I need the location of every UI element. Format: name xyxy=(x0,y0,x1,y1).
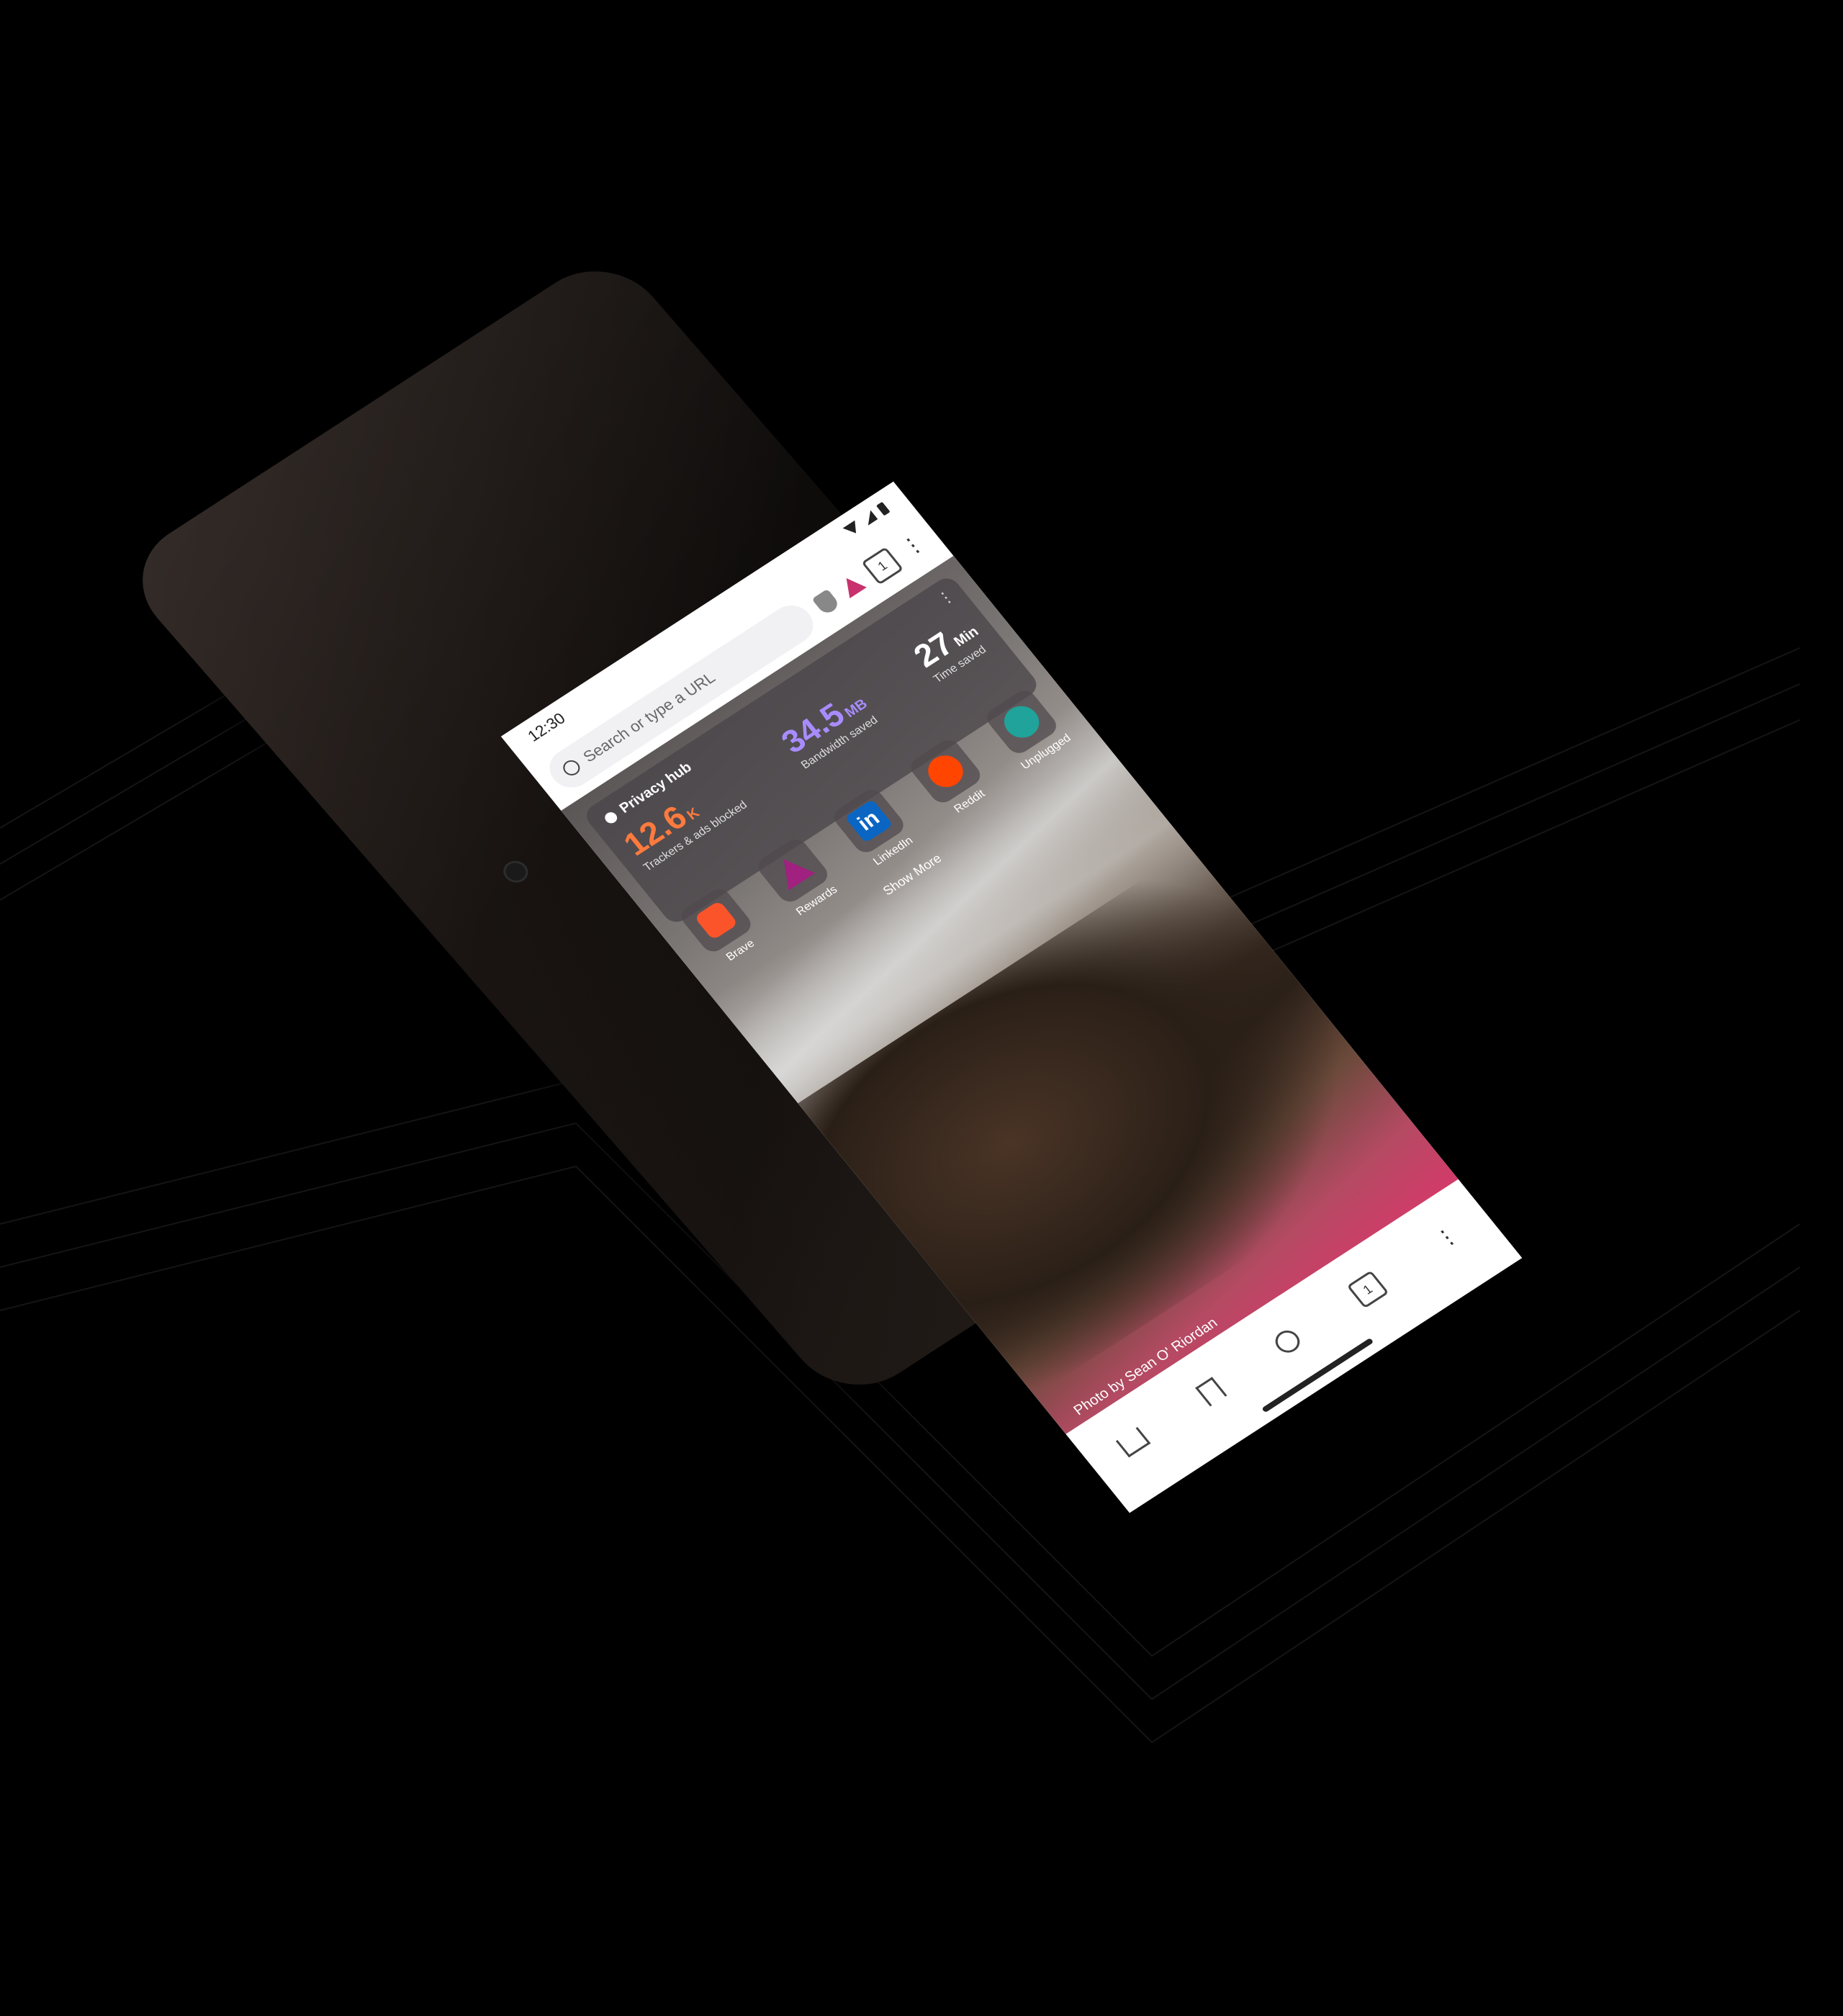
search-icon[interactable] xyxy=(1270,1326,1305,1357)
home-icon[interactable] xyxy=(1115,1426,1151,1457)
wifi-icon xyxy=(842,520,862,538)
reddit-icon xyxy=(921,750,970,794)
linkedin-icon: in xyxy=(844,798,893,843)
cellular-icon xyxy=(860,510,878,526)
overflow-menu-icon[interactable]: ⋮ xyxy=(896,531,929,561)
unplugged-icon xyxy=(997,700,1046,744)
bookmark-icon[interactable] xyxy=(1194,1376,1227,1406)
rewards-triangle-icon xyxy=(770,850,815,891)
tab-switcher-button[interactable]: 1 xyxy=(861,546,904,585)
stat-trackers: 12.6K Trackers & ads blocked xyxy=(616,770,750,874)
search-icon xyxy=(559,757,584,779)
rewards-icon[interactable] xyxy=(837,572,867,598)
battery-icon xyxy=(875,501,891,516)
brave-shields-icon[interactable] xyxy=(811,588,842,616)
tabs-icon[interactable]: 1 xyxy=(1346,1270,1389,1309)
check-shield-icon xyxy=(602,809,620,825)
menu-icon[interactable]: ⋮ xyxy=(1430,1223,1464,1253)
brave-lion-icon xyxy=(693,900,739,941)
